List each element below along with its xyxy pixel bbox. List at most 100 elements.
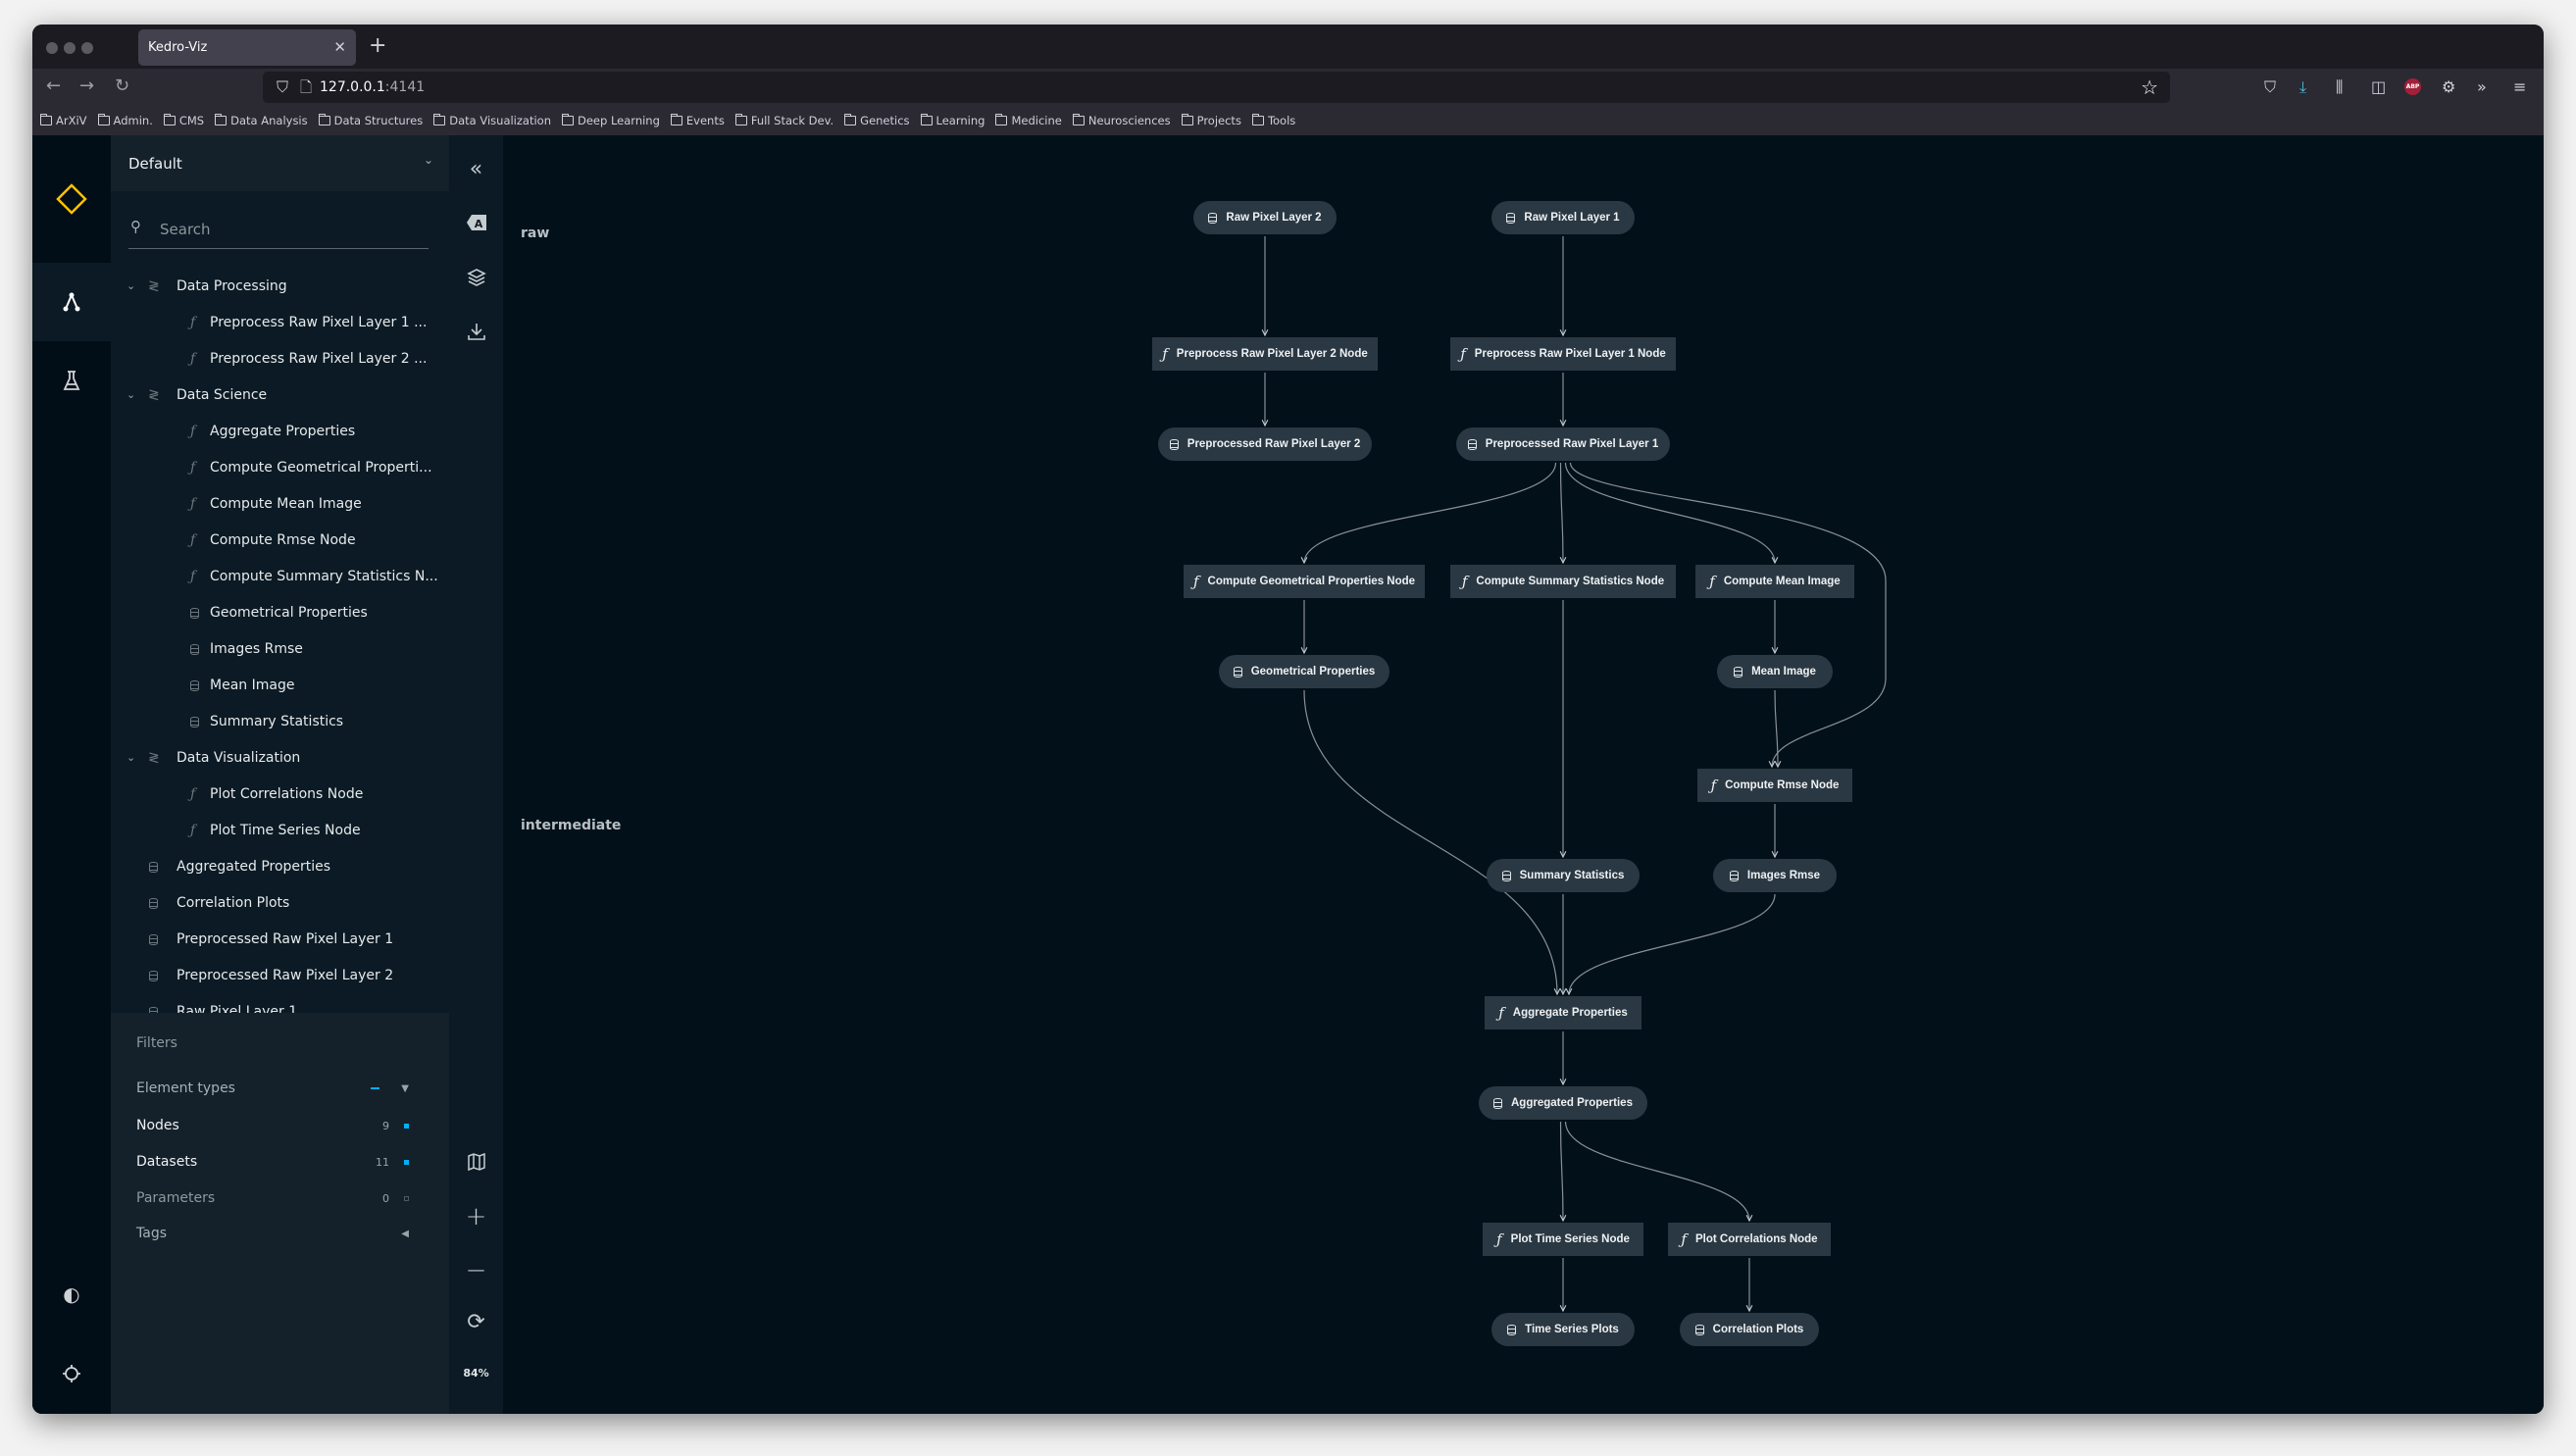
bookmark-item[interactable]: ArXiV bbox=[40, 114, 87, 127]
extension-gear-icon[interactable]: ⚙ bbox=[2442, 77, 2455, 96]
browser-tab[interactable]: Kedro-Viz ✕ bbox=[138, 29, 356, 66]
theme-toggle-icon[interactable]: ◐ bbox=[32, 1275, 111, 1314]
new-tab-button[interactable]: + bbox=[369, 33, 386, 58]
back-icon[interactable]: ← bbox=[46, 75, 61, 96]
tree-item[interactable]: Correlation Plots bbox=[111, 884, 449, 921]
pocket-icon[interactable]: ⛉ bbox=[2264, 77, 2276, 97]
forward-icon[interactable]: → bbox=[79, 75, 94, 96]
task-node[interactable]: ƒ Aggregate Properties bbox=[1485, 996, 1642, 1029]
filter-checkbox[interactable] bbox=[404, 1195, 409, 1201]
task-node[interactable]: ƒ Plot Time Series Node bbox=[1483, 1223, 1643, 1256]
tree-item[interactable]: ƒ Compute Rmse Node bbox=[111, 522, 449, 558]
window-close-button[interactable] bbox=[46, 42, 58, 54]
tags-header[interactable]: Tags ◀ bbox=[136, 1219, 430, 1248]
bookmark-item[interactable]: Learning bbox=[920, 114, 985, 127]
pipeline-dropdown[interactable]: Default ⌄ bbox=[111, 135, 449, 191]
menu-icon[interactable]: ≡ bbox=[2513, 77, 2526, 96]
url-bar[interactable]: ⛉ 🗋 127.0.0.1:4141 ☆ bbox=[263, 72, 2170, 103]
task-node[interactable]: ƒ Compute Mean Image bbox=[1695, 565, 1854, 598]
element-types-header[interactable]: Element types ▼ bbox=[136, 1074, 430, 1103]
layers-toggle-button[interactable] bbox=[449, 268, 503, 292]
filter-parameters[interactable]: Parameters 0 bbox=[136, 1183, 430, 1213]
tree-item[interactable]: Images Rmse bbox=[111, 630, 449, 667]
bookmark-item[interactable]: CMS bbox=[163, 114, 204, 127]
filter-nodes[interactable]: Nodes 9 bbox=[136, 1111, 430, 1140]
search-field[interactable]: ⚲ bbox=[128, 212, 429, 249]
tree-group[interactable]: ⌄ ≷ Data Science bbox=[111, 377, 449, 413]
reload-icon[interactable]: ↻ bbox=[115, 75, 129, 96]
dataset-node[interactable]: Summary Statistics bbox=[1487, 859, 1640, 892]
zoom-in-icon[interactable]: + bbox=[449, 1202, 503, 1231]
dataset-node[interactable]: Preprocessed Raw Pixel Layer 1 bbox=[1456, 427, 1670, 461]
settings-icon[interactable] bbox=[32, 1354, 111, 1393]
task-node[interactable]: ƒ Plot Correlations Node bbox=[1668, 1223, 1831, 1256]
tree-group[interactable]: ⌄ ≷ Data Processing bbox=[111, 268, 449, 304]
window-maximize-button[interactable] bbox=[81, 42, 93, 54]
shield-icon[interactable]: ⛉ bbox=[277, 77, 288, 97]
collapse-triangle-icon[interactable]: ▼ bbox=[401, 1083, 409, 1094]
tree-item[interactable]: ƒ Aggregate Properties bbox=[111, 413, 449, 449]
tree-item[interactable]: Geometrical Properties bbox=[111, 594, 449, 630]
flowchart-view-button[interactable] bbox=[32, 263, 111, 341]
task-node[interactable]: ƒ Compute Summary Statistics Node bbox=[1450, 565, 1676, 598]
task-node[interactable]: ƒ Compute Rmse Node bbox=[1697, 769, 1852, 802]
minimap-toggle-button[interactable] bbox=[449, 1152, 503, 1177]
tree-item[interactable]: ƒ Preprocess Raw Pixel Layer 1 ... bbox=[111, 304, 449, 340]
dataset-node[interactable]: Mean Image bbox=[1717, 655, 1833, 688]
tree-item[interactable]: ƒ Plot Time Series Node bbox=[111, 812, 449, 848]
bookmark-item[interactable]: Medicine bbox=[995, 114, 1062, 127]
search-input[interactable] bbox=[160, 218, 415, 241]
dataset-node[interactable]: Correlation Plots bbox=[1680, 1313, 1819, 1346]
collapse-sidebar-icon[interactable]: « bbox=[449, 157, 503, 181]
dataset-node[interactable]: Geometrical Properties bbox=[1219, 655, 1389, 688]
tree-item[interactable]: Mean Image bbox=[111, 667, 449, 703]
experiment-tracking-button[interactable] bbox=[32, 341, 111, 420]
tree-item[interactable]: Aggregated Properties bbox=[111, 848, 449, 884]
download-icon[interactable]: ⤓ bbox=[2299, 77, 2306, 97]
window-minimize-button[interactable] bbox=[64, 42, 76, 54]
task-node[interactable]: ƒ Compute Geometrical Properties Node bbox=[1184, 565, 1425, 598]
tree-item[interactable]: ƒ Compute Mean Image bbox=[111, 485, 449, 522]
expand-triangle-icon[interactable]: ◀ bbox=[401, 1229, 409, 1239]
dataset-node[interactable]: Images Rmse bbox=[1713, 859, 1837, 892]
bookmark-item[interactable]: Genetics bbox=[844, 114, 910, 127]
tree-item[interactable]: ƒ Plot Correlations Node bbox=[111, 776, 449, 812]
bookmark-item[interactable]: Projects bbox=[1181, 114, 1241, 127]
tree-group[interactable]: ⌄ ≷ Data Visualization bbox=[111, 739, 449, 776]
library-icon[interactable]: ⫼ bbox=[2336, 77, 2343, 97]
bookmark-item[interactable]: Tools bbox=[1251, 114, 1295, 127]
dataset-node[interactable]: Raw Pixel Layer 1 bbox=[1491, 201, 1635, 234]
export-button[interactable] bbox=[449, 322, 503, 346]
dataset-node[interactable]: Preprocessed Raw Pixel Layer 2 bbox=[1158, 427, 1372, 461]
bookmark-item[interactable]: Full Stack Dev. bbox=[734, 114, 833, 127]
chevron-down-icon[interactable]: ⌄ bbox=[126, 279, 135, 292]
tree-item[interactable]: Raw Pixel Layer 1 bbox=[111, 993, 449, 1013]
sidebar-icon[interactable]: ◫ bbox=[2371, 77, 2386, 96]
tree-item[interactable]: ƒ Compute Geometrical Properti... bbox=[111, 449, 449, 485]
bookmark-item[interactable]: Events bbox=[670, 114, 725, 127]
tree-item[interactable]: Summary Statistics bbox=[111, 703, 449, 739]
bookmark-star-icon[interactable]: ☆ bbox=[2141, 75, 2158, 99]
zoom-out-icon[interactable]: − bbox=[449, 1256, 503, 1285]
reset-zoom-icon[interactable]: ⟳ bbox=[449, 1310, 503, 1334]
graph-canvas[interactable]: raw intermediate Raw Pixel Layer 2 Raw Pi… bbox=[503, 135, 2544, 1414]
filter-checkbox[interactable] bbox=[404, 1159, 409, 1165]
task-node[interactable]: ƒ Preprocess Raw Pixel Layer 2 Node bbox=[1152, 337, 1378, 371]
chevron-down-icon[interactable]: ⌄ bbox=[126, 751, 135, 764]
bookmark-item[interactable]: Neurosciences bbox=[1072, 114, 1171, 127]
bookmark-item[interactable]: Admin. bbox=[97, 114, 153, 127]
tree-item[interactable]: ƒ Preprocess Raw Pixel Layer 2 ... bbox=[111, 340, 449, 377]
overflow-icon[interactable]: » bbox=[2477, 77, 2487, 96]
bookmark-item[interactable]: Data Structures bbox=[318, 114, 423, 127]
filter-checkbox[interactable] bbox=[404, 1123, 409, 1129]
dataset-node[interactable]: Time Series Plots bbox=[1491, 1313, 1635, 1346]
tree-item[interactable]: Preprocessed Raw Pixel Layer 2 bbox=[111, 957, 449, 993]
task-node[interactable]: ƒ Preprocess Raw Pixel Layer 1 Node bbox=[1450, 337, 1676, 371]
bookmark-item[interactable]: Data Visualization bbox=[433, 114, 551, 127]
filter-datasets[interactable]: Datasets 11 bbox=[136, 1147, 430, 1177]
dataset-node[interactable]: Raw Pixel Layer 2 bbox=[1193, 201, 1337, 234]
label-toggle-button[interactable]: A bbox=[449, 214, 503, 236]
partial-toggle-icon[interactable] bbox=[371, 1087, 379, 1089]
tree-item[interactable]: ƒ Compute Summary Statistics N... bbox=[111, 558, 449, 594]
dataset-node[interactable]: Aggregated Properties bbox=[1479, 1086, 1647, 1120]
